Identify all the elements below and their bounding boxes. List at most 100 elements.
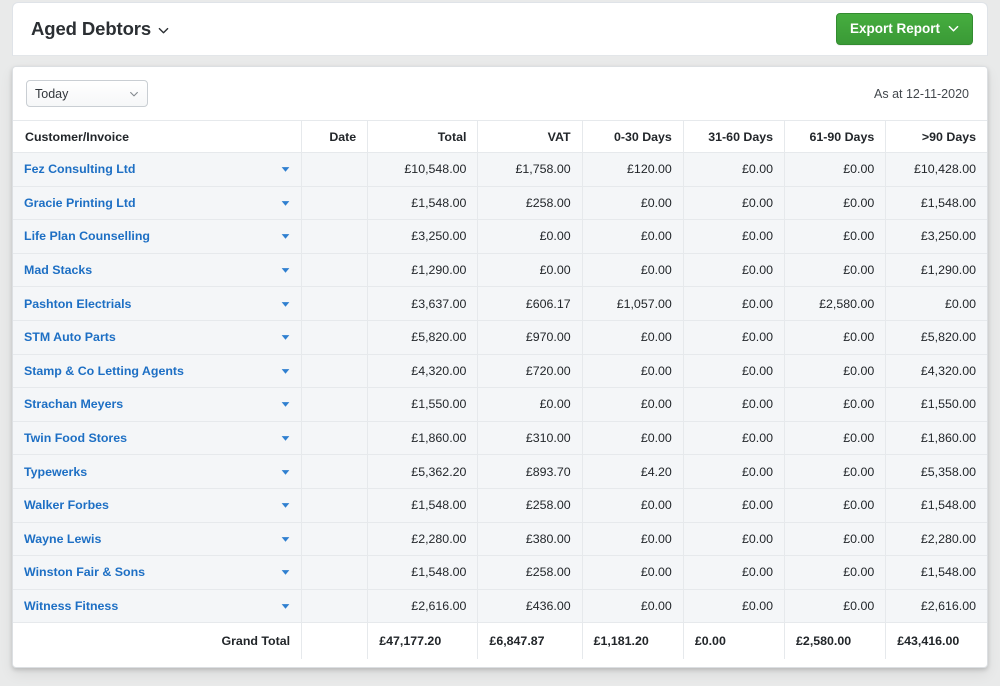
grand-total-61-90: £2,580.00 (784, 622, 887, 659)
days-0-30-cell: £0.00 (582, 219, 684, 254)
days-61-90-cell: £0.00 (784, 522, 887, 557)
days-90-plus-cell: £0.00 (885, 286, 987, 321)
caret-down-icon[interactable] (280, 365, 291, 376)
customer-link[interactable]: Fez Consulting Ltd (24, 162, 136, 176)
column-header-customer[interactable]: Customer/Invoice (13, 120, 303, 153)
date-cell (301, 454, 369, 489)
export-report-button[interactable]: Export Report (835, 12, 973, 46)
caret-down-icon[interactable] (280, 466, 291, 477)
days-0-30-cell: £0.00 (582, 421, 684, 456)
customer-link[interactable]: Mad Stacks (24, 263, 92, 277)
days-61-90-cell: £0.00 (784, 454, 887, 489)
days-90-plus-cell: £5,820.00 (885, 320, 987, 355)
caret-down-icon[interactable] (280, 399, 291, 410)
column-header-61-90-days[interactable]: 61-90 Days (784, 120, 887, 153)
date-cell (301, 152, 369, 187)
customer-link[interactable]: Life Plan Counselling (24, 229, 150, 243)
days-31-60-cell: £0.00 (683, 219, 786, 254)
days-31-60-cell: £0.00 (683, 253, 786, 288)
column-header-0-30-days[interactable]: 0-30 Days (582, 120, 684, 153)
period-select[interactable]: Today (26, 80, 148, 107)
table-row: Life Plan Counselling £3,250.00 £0.00 £0.00… (13, 219, 987, 254)
customer-cell: Wayne Lewis (13, 522, 303, 557)
days-31-60-cell: £0.00 (683, 488, 786, 523)
caret-down-icon[interactable] (280, 332, 291, 343)
days-61-90-cell: £0.00 (784, 488, 887, 523)
days-61-90-cell: £0.00 (784, 421, 887, 456)
date-cell (301, 555, 369, 590)
caret-down-icon[interactable] (280, 500, 291, 511)
total-cell: £1,548.00 (367, 186, 479, 221)
total-cell: £3,250.00 (367, 219, 479, 254)
customer-link[interactable]: Typewerks (24, 465, 87, 479)
column-header-31-60-days[interactable]: 31-60 Days (683, 120, 786, 153)
customer-link[interactable]: STM Auto Parts (24, 330, 116, 344)
date-cell (301, 286, 369, 321)
days-0-30-cell: £0.00 (582, 555, 684, 590)
table-row: Pashton Electrials £3,637.00 £606.17 £1,057… (13, 286, 987, 321)
column-header-90-plus-days[interactable]: >90 Days (885, 120, 987, 153)
days-90-plus-cell: £1,550.00 (885, 387, 987, 422)
table-row: Stamp & Co Letting Agents £4,320.00 £720.0… (13, 354, 987, 389)
days-61-90-cell: £0.00 (784, 589, 887, 624)
grand-total-31-60: £0.00 (683, 622, 786, 659)
days-61-90-cell: £0.00 (784, 152, 887, 187)
page-title-group[interactable]: Aged Debtors (31, 18, 169, 40)
days-61-90-cell: £0.00 (784, 219, 887, 254)
customer-link[interactable]: Gracie Printing Ltd (24, 196, 136, 210)
chevron-down-icon[interactable] (158, 25, 169, 36)
vat-cell: £0.00 (477, 219, 583, 254)
customer-link[interactable]: Winston Fair & Sons (24, 565, 145, 579)
customer-link[interactable]: Pashton Electrials (24, 297, 131, 311)
days-61-90-cell: £0.00 (784, 186, 887, 221)
days-0-30-cell: £0.00 (582, 387, 684, 422)
days-31-60-cell: £0.00 (683, 152, 786, 187)
total-cell: £1,548.00 (367, 488, 479, 523)
days-31-60-cell: £0.00 (683, 286, 786, 321)
table-row: Walker Forbes £1,548.00 £258.00 £0.00 £0.00 £… (13, 488, 987, 523)
caret-down-icon[interactable] (280, 567, 291, 578)
grand-total-90-plus: £43,416.00 (897, 634, 960, 649)
caret-down-icon[interactable] (280, 164, 291, 175)
customer-cell: Typewerks (13, 454, 303, 489)
total-cell: £10,548.00 (367, 152, 479, 187)
customer-link[interactable]: Wayne Lewis (24, 532, 101, 546)
chevron-down-icon (129, 89, 139, 99)
date-cell (301, 253, 369, 288)
customer-cell: Twin Food Stores (13, 421, 303, 456)
column-header-total[interactable]: Total (367, 120, 479, 153)
customer-cell: Gracie Printing Ltd (13, 186, 303, 221)
grand-total-row: Grand Total £47,177.20 £6,847.87 £1,181.… (13, 622, 987, 659)
caret-down-icon[interactable] (280, 298, 291, 309)
customer-link[interactable]: Witness Fitness (24, 599, 118, 613)
customer-cell: STM Auto Parts (13, 320, 303, 355)
days-90-plus-cell: £1,290.00 (885, 253, 987, 288)
days-31-60-cell: £0.00 (683, 522, 786, 557)
date-cell (301, 320, 369, 355)
vat-cell: £606.17 (477, 286, 583, 321)
caret-down-icon[interactable] (280, 433, 291, 444)
grand-total-label: Grand Total (13, 622, 303, 659)
caret-down-icon[interactable] (280, 533, 291, 544)
caret-down-icon[interactable] (280, 265, 291, 276)
days-31-60-cell: £0.00 (683, 186, 786, 221)
customer-cell: Walker Forbes (13, 488, 303, 523)
vat-cell: £720.00 (477, 354, 583, 389)
caret-down-icon[interactable] (280, 601, 291, 612)
total-cell: £1,550.00 (367, 387, 479, 422)
total-cell: £1,290.00 (367, 253, 479, 288)
caret-down-icon[interactable] (280, 197, 291, 208)
customer-link[interactable]: Walker Forbes (24, 498, 109, 512)
customer-link[interactable]: Twin Food Stores (24, 431, 127, 445)
caret-down-icon[interactable] (280, 231, 291, 242)
days-90-plus-cell: £4,320.00 (885, 354, 987, 389)
days-61-90-cell: £0.00 (784, 387, 887, 422)
grand-total-vat: £6,847.87 (477, 622, 583, 659)
customer-link[interactable]: Strachan Meyers (24, 397, 123, 411)
customer-link[interactable]: Stamp & Co Letting Agents (24, 364, 184, 378)
days-90-plus-cell: £2,280.00 (885, 522, 987, 557)
days-31-60-cell: £0.00 (683, 555, 786, 590)
column-header-vat[interactable]: VAT (477, 120, 583, 153)
date-cell (301, 589, 369, 624)
column-header-date[interactable]: Date (301, 120, 369, 153)
